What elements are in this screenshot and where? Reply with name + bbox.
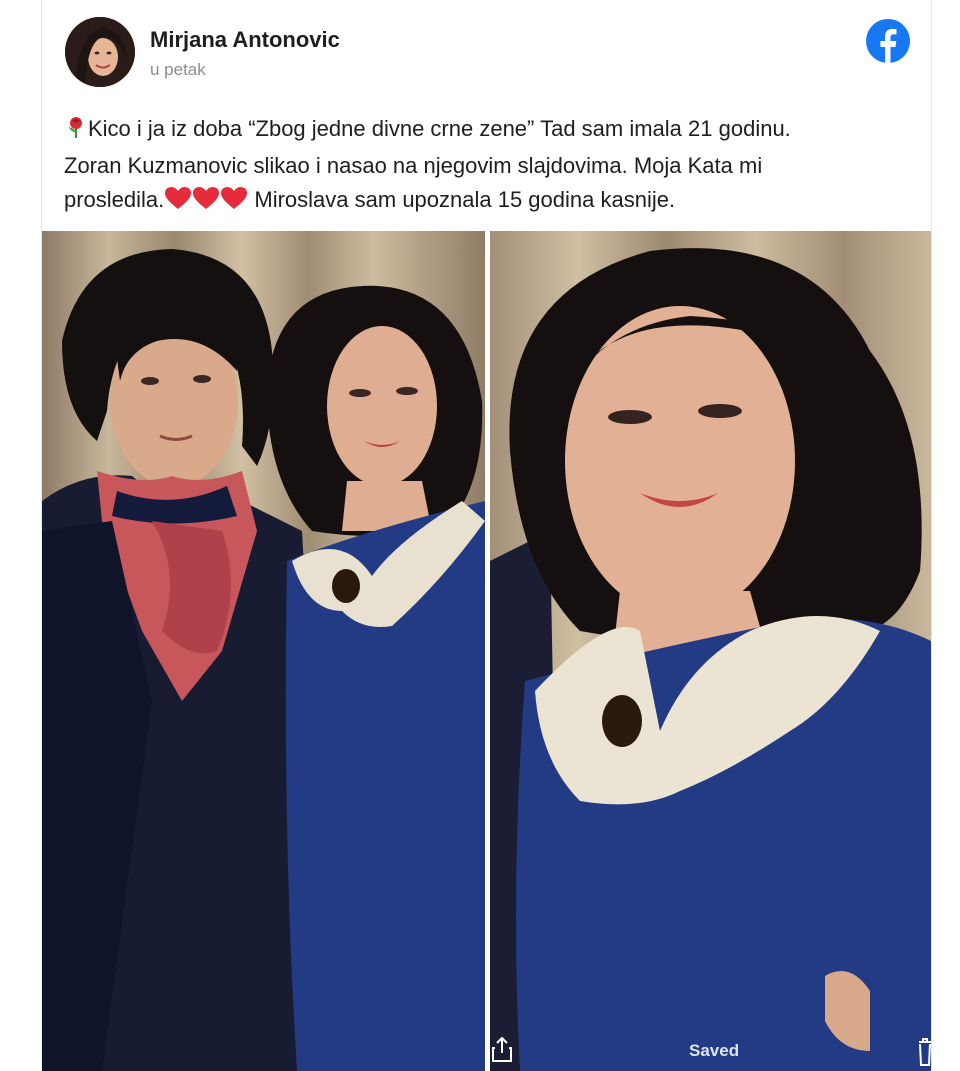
facebook-icon[interactable] — [866, 19, 910, 63]
post-line-1-text: Kico i ja iz doba “Zbog jedne divne crne… — [88, 116, 791, 141]
red-heart-emoji — [164, 186, 192, 220]
facebook-post-card: Mirjana Antonovic u petak Kico i ja iz d… — [41, 0, 932, 1071]
red-heart-emoji — [192, 186, 220, 220]
share-icon[interactable] — [490, 1035, 514, 1063]
post-timestamp[interactable]: u petak — [150, 60, 206, 80]
post-line-3a-text: prosledila. — [64, 187, 165, 212]
post-text-line-2: Zoran Kuzmanovic slikao i nasao na njego… — [64, 153, 763, 178]
post-text-line-1: Kico i ja iz doba “Zbog jedne divne crne… — [64, 112, 924, 149]
photo-portrait[interactable] — [490, 231, 931, 1071]
avatar[interactable] — [65, 17, 135, 87]
avatar-image — [65, 17, 135, 87]
author-name[interactable]: Mirjana Antonovic — [150, 27, 340, 53]
post-line-3b-text: Miroslava sam upoznala 15 godina kasnije… — [248, 187, 676, 212]
photo-couple[interactable] — [42, 231, 485, 1071]
rose-emoji — [64, 115, 88, 149]
post-text: Kico i ja iz doba “Zbog jedne divne crne… — [64, 112, 924, 220]
red-heart-emoji — [220, 186, 248, 220]
trash-icon[interactable] — [918, 1036, 931, 1066]
saved-label: Saved — [689, 1041, 740, 1060]
post-text-line-3: prosledila. Miroslava sam upoznala 15 go… — [64, 183, 924, 220]
